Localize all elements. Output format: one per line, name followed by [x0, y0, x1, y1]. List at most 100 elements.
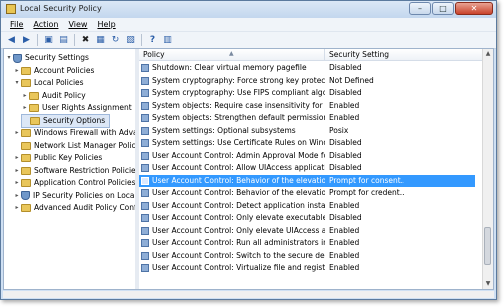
menu-file[interactable]: File	[5, 18, 28, 31]
scroll-down-arrow-icon[interactable]: ▼	[483, 279, 493, 289]
delete-button[interactable]: ✖	[79, 34, 92, 47]
export-list-icon: ▧	[126, 35, 135, 45]
tree-item-account-policies[interactable]: ▸ Account Policies	[13, 65, 94, 77]
console-tree[interactable]: ▾ Security Settings ▸ Account Policies ▾…	[4, 49, 136, 289]
menu-action[interactable]: Action	[28, 18, 63, 31]
expand-icon[interactable]: ▸	[13, 152, 21, 164]
table-row[interactable]: User Account Control: Only elevate execu…	[139, 212, 475, 225]
maximize-button[interactable]: □	[432, 2, 454, 15]
policy-icon	[141, 264, 149, 273]
window-title: Local Security Policy	[20, 4, 102, 13]
tree-item-application-control[interactable]: ▸ Application Control Policies	[13, 177, 135, 189]
scrollbar-thumb[interactable]	[484, 227, 491, 265]
title-bar[interactable]: Local Security Policy – □ ✕	[1, 1, 496, 18]
policy-icon	[141, 89, 149, 98]
tree-item-audit-policy[interactable]: ▸ Audit Policy	[21, 90, 86, 102]
menu-view[interactable]: View	[63, 18, 92, 31]
forward-button[interactable]: ▶	[20, 34, 33, 47]
vertical-scrollbar[interactable]: ▲ ▼	[482, 49, 493, 289]
tree-item-local-policies[interactable]: ▾ Local Policies	[13, 77, 84, 89]
up-one-level-button[interactable]: ▣	[42, 34, 55, 47]
action-pane-icon: ▥	[163, 35, 172, 45]
maximize-icon: □	[439, 4, 447, 13]
export-list-button[interactable]: ▧	[124, 34, 137, 47]
console-tree-icon: ▤	[59, 35, 68, 45]
refresh-icon: ↻	[111, 35, 120, 45]
expand-icon[interactable]: ▸	[21, 90, 29, 102]
show-action-pane-button[interactable]: ▥	[161, 34, 174, 47]
shield-icon	[13, 53, 22, 63]
policy-icon	[141, 76, 149, 85]
delete-x-icon: ✖	[81, 35, 90, 45]
tree-item-security-options[interactable]: Security Options	[21, 114, 111, 128]
tree-item-ip-security-policies[interactable]: ▸ IP Security Policies on Local C	[13, 190, 135, 202]
minimize-icon: –	[418, 4, 422, 13]
policy-icon	[141, 126, 149, 135]
menu-bar: File Action View Help	[1, 18, 496, 32]
table-row-selected[interactable]: User Account Control: Behavior of the el…	[139, 174, 475, 187]
expand-icon[interactable]: ▸	[21, 102, 29, 114]
security-policy-icon	[6, 4, 16, 14]
policy-icon	[141, 226, 149, 235]
expand-icon[interactable]: ▸	[13, 65, 21, 77]
folder-icon	[21, 154, 31, 162]
table-row[interactable]: Shutdown: Clear virtual memory pagefile D…	[139, 62, 475, 75]
expand-icon[interactable]: ▸	[13, 127, 21, 139]
table-row[interactable]: System objects: Strengthen default permi…	[139, 112, 475, 125]
folder-up-icon: ▣	[44, 35, 53, 45]
tree-item-advanced-audit-policy[interactable]: ▸ Advanced Audit Policy Configu	[13, 202, 135, 214]
close-button[interactable]: ✕	[455, 2, 493, 15]
show-hide-tree-button[interactable]: ▤	[57, 34, 70, 47]
policy-icon	[141, 176, 149, 185]
table-row[interactable]: User Account Control: Run all administra…	[139, 237, 475, 250]
folder-icon	[21, 179, 31, 187]
expand-icon[interactable]: ▸	[13, 165, 21, 177]
column-header-policy[interactable]: Policy ▲	[139, 49, 325, 61]
folder-icon	[21, 204, 31, 212]
table-row[interactable]: System objects: Require case insensitivi…	[139, 100, 475, 113]
toolbar-separator	[74, 34, 75, 46]
policy-icon	[141, 164, 149, 173]
table-row[interactable]: User Account Control: Virtualize file an…	[139, 262, 475, 275]
table-row[interactable]: System cryptography: Use FIPS compliant …	[139, 87, 475, 100]
tree-item-windows-firewall[interactable]: ▸ Windows Firewall with Advanc	[13, 127, 135, 139]
console-content: ▾ Security Settings ▸ Account Policies ▾…	[3, 48, 494, 290]
status-strip	[3, 291, 494, 298]
table-row[interactable]: User Account Control: Allow UIAccess app…	[139, 162, 475, 175]
tree-item-network-list-manager[interactable]: Network List Manager Policies	[13, 140, 135, 152]
help-icon: ?	[149, 35, 156, 45]
network-shield-icon	[21, 191, 30, 200]
help-button[interactable]: ?	[146, 34, 159, 47]
back-button[interactable]: ◀	[5, 34, 18, 47]
properties-icon: ▦	[96, 35, 105, 45]
back-arrow-icon: ◀	[8, 35, 15, 45]
table-row[interactable]: User Account Control: Switch to the secu…	[139, 250, 475, 263]
folder-icon	[21, 66, 31, 75]
table-row[interactable]: User Account Control: Admin Approval Mod…	[139, 150, 475, 163]
table-row[interactable]: User Account Control: Behavior of the el…	[139, 187, 475, 200]
policy-icon	[141, 201, 149, 210]
tree-item-software-restriction[interactable]: ▸ Software Restriction Policies	[13, 165, 135, 177]
properties-button[interactable]: ▦	[94, 34, 107, 47]
collapse-icon[interactable]: ▾	[13, 77, 21, 89]
table-row[interactable]: System settings: Optional subsystems Posi…	[139, 125, 475, 138]
column-header-security-setting[interactable]: Security Setting	[325, 49, 483, 61]
collapse-icon[interactable]: ▾	[5, 52, 13, 64]
expand-icon[interactable]: ▸	[13, 190, 21, 202]
scroll-up-arrow-icon[interactable]: ▲	[483, 49, 493, 59]
expand-icon[interactable]: ▸	[13, 202, 21, 214]
policy-list[interactable]: Policy ▲ Security Setting Shutdown: Clea…	[139, 49, 493, 289]
expand-icon[interactable]: ▸	[13, 177, 21, 189]
tree-item-security-settings[interactable]: ▾ Security Settings	[5, 52, 89, 64]
refresh-button[interactable]: ↻	[109, 34, 122, 47]
tree-item-public-key-policies[interactable]: ▸ Public Key Policies	[13, 152, 102, 164]
tree-item-user-rights-assignment[interactable]: ▸ User Rights Assignment	[21, 102, 132, 114]
folder-icon	[30, 117, 40, 125]
table-row[interactable]: User Account Control: Only elevate UIAcc…	[139, 225, 475, 238]
table-row[interactable]: System cryptography: Force strong key pr…	[139, 75, 475, 88]
menu-help[interactable]: Help	[92, 18, 120, 31]
table-row[interactable]: System settings: Use Certificate Rules o…	[139, 137, 475, 150]
table-row[interactable]: User Account Control: Detect application…	[139, 200, 475, 213]
minimize-button[interactable]: –	[409, 2, 431, 15]
policy-icon	[141, 151, 149, 160]
